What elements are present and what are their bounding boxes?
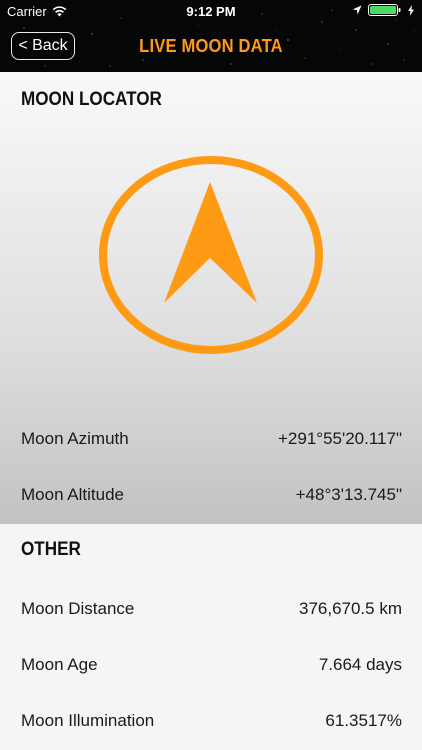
moon-distance-row: Moon Distance 376,670.5 km (21, 594, 402, 624)
moon-distance-label: Moon Distance (21, 599, 135, 618)
moon-azimuth-row: Moon Azimuth +291°55'20.117" (21, 424, 402, 454)
status-bar: Carrier 9:12 PM (0, 0, 422, 22)
moon-age-value: 7.664 days (318, 655, 402, 674)
moon-distance-value: 376,670.5 km (298, 599, 402, 618)
charging-bolt-icon (408, 4, 414, 16)
page-title: LIVE MOON DATA (139, 36, 283, 56)
moon-age-label: Moon Age (21, 655, 98, 674)
moon-azimuth-value: +291°55'20.117" (277, 429, 402, 448)
battery-icon (368, 4, 401, 16)
other-header: OTHER (21, 539, 81, 560)
moon-illumination-value: 61.3517% (325, 711, 402, 730)
moon-locator-header: MOON LOCATOR (21, 89, 162, 110)
moon-illumination-row: Moon Illumination 61.3517% (21, 706, 402, 736)
other-section: OTHER Moon Distance 376,670.5 km Moon Ag… (0, 524, 422, 750)
compass-arrow-icon (99, 156, 323, 354)
screen: Carrier 9:12 PM < Back LIVE MOON DATA MO… (0, 0, 422, 750)
moon-illumination-label: Moon Illumination (21, 711, 155, 730)
moon-altitude-row: Moon Altitude +48°3'13.745" (21, 480, 402, 510)
location-icon (352, 5, 362, 15)
navigation-header: Carrier 9:12 PM < Back LIVE MOON DATA (0, 0, 422, 72)
moon-locator-section: MOON LOCATOR Moon Azimuth +291°55'20.117… (0, 72, 422, 524)
status-right-group (352, 4, 414, 16)
moon-altitude-label: Moon Altitude (21, 485, 125, 504)
moon-altitude-value: +48°3'13.745" (295, 485, 402, 504)
moon-age-row: Moon Age 7.664 days (21, 650, 402, 680)
moon-azimuth-label: Moon Azimuth (21, 429, 129, 448)
